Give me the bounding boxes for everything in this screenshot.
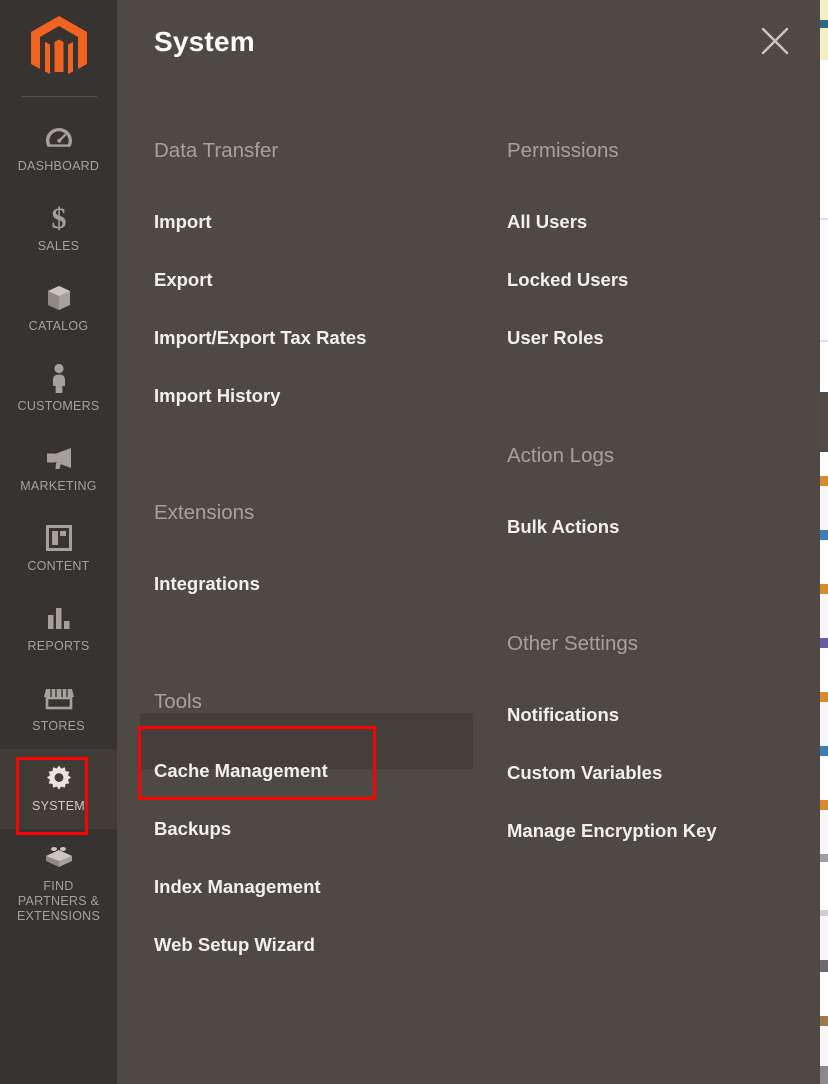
menu-item-notifications[interactable]: Notifications (507, 703, 619, 727)
sidebar-item-label: DASHBOARD (18, 159, 99, 174)
menu-item-integrations[interactable]: Integrations (154, 572, 260, 596)
menu-item-manage-encryption-key[interactable]: Manage Encryption Key (507, 819, 717, 843)
menu-item-bulk-actions[interactable]: Bulk Actions (507, 515, 619, 539)
sidebar-item-label: CUSTOMERS (18, 399, 100, 414)
svg-text:$: $ (51, 203, 66, 233)
box-icon (45, 283, 73, 313)
system-menu-panel: System Data Transfer Import Export Impor… (117, 0, 820, 1084)
magento-logo-icon[interactable] (0, 0, 117, 96)
panel-columns: Data Transfer Import Export Import/Expor… (117, 88, 820, 1084)
sidebar-item-label: REPORTS (28, 639, 90, 654)
sidebar-item-sales[interactable]: $ SALES (0, 189, 117, 269)
magento-admin-screen: DASHBOARD $ SALES CATALOG CUSTOMERS (0, 0, 828, 1084)
menu-item-export[interactable]: Export (154, 268, 213, 292)
menu-item-backups[interactable]: Backups (154, 817, 231, 841)
close-icon[interactable] (760, 26, 790, 56)
sidebar-item-marketing[interactable]: MARKETING (0, 429, 117, 509)
sidebar-item-content[interactable]: CONTENT (0, 509, 117, 589)
group-title-permissions: Permissions (507, 138, 619, 164)
sidebar-item-label: CONTENT (27, 559, 89, 574)
menu-item-web-setup-wizard[interactable]: Web Setup Wizard (154, 933, 315, 957)
sidebar-item-reports[interactable]: REPORTS (0, 589, 117, 669)
sidebar-item-label: SYSTEM (32, 799, 85, 814)
megaphone-icon (44, 443, 74, 473)
bar-chart-icon (46, 603, 72, 633)
menu-item-user-roles[interactable]: User Roles (507, 326, 604, 350)
group-title-action-logs: Action Logs (507, 443, 614, 469)
person-icon (49, 363, 69, 393)
sidebar-item-customers[interactable]: CUSTOMERS (0, 349, 117, 429)
group-title-other-settings: Other Settings (507, 631, 638, 657)
menu-item-import-export-tax-rates[interactable]: Import/Export Tax Rates (154, 326, 366, 350)
menu-item-import[interactable]: Import (154, 210, 212, 234)
dashboard-gauge-icon (44, 123, 74, 153)
sidebar-item-catalog[interactable]: CATALOG (0, 269, 117, 349)
group-title-extensions: Extensions (154, 500, 254, 526)
gear-icon (44, 763, 74, 793)
menu-item-locked-users[interactable]: Locked Users (507, 268, 628, 292)
dollar-sign-icon: $ (49, 203, 69, 233)
sidebar-item-stores[interactable]: STORES (0, 669, 117, 749)
panel-header: System (117, 0, 820, 88)
page-title: System (154, 26, 255, 58)
group-title-data-transfer: Data Transfer (154, 138, 278, 164)
sidebar-divider (21, 96, 97, 97)
storefront-icon (44, 683, 74, 713)
sidebar-item-system[interactable]: SYSTEM (0, 749, 117, 829)
sidebar-item-label: CATALOG (29, 319, 89, 334)
menu-item-all-users[interactable]: All Users (507, 210, 587, 234)
layout-page-icon (46, 523, 72, 553)
sidebar-item-label: SALES (38, 239, 80, 254)
sidebar-item-dashboard[interactable]: DASHBOARD (0, 109, 117, 189)
lego-brick-icon (44, 843, 74, 873)
menu-item-custom-variables[interactable]: Custom Variables (507, 761, 662, 785)
menu-item-cache-management[interactable]: Cache Management (154, 759, 328, 783)
menu-item-import-history[interactable]: Import History (154, 384, 280, 408)
sidebar-item-find-partners-extensions[interactable]: FIND PARTNERS & EXTENSIONS (0, 829, 117, 936)
sidebar-item-label: STORES (32, 719, 85, 734)
menu-item-index-management[interactable]: Index Management (154, 875, 321, 899)
admin-sidebar-rail: DASHBOARD $ SALES CATALOG CUSTOMERS (0, 0, 117, 1084)
group-title-tools: Tools (154, 689, 202, 715)
sidebar-item-label: MARKETING (20, 479, 97, 494)
sidebar-item-label: FIND PARTNERS & EXTENSIONS (17, 879, 100, 924)
